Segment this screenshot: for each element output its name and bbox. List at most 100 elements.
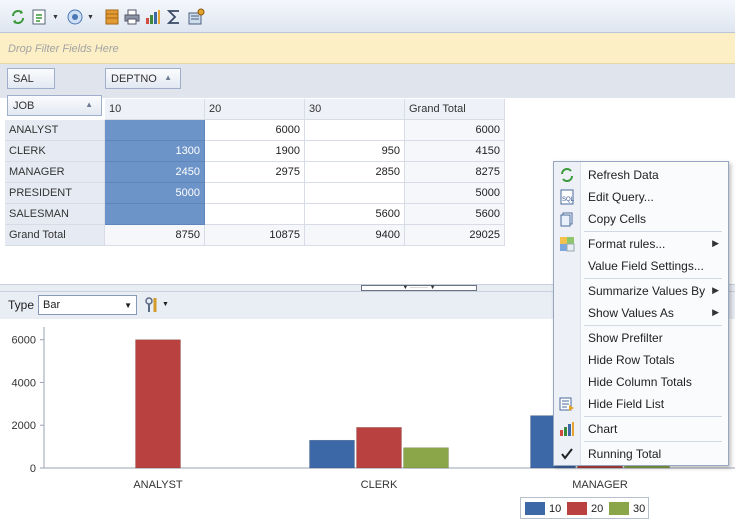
column-header[interactable]: 30 <box>305 99 405 120</box>
menu-item-refresh-data[interactable]: Refresh Data <box>554 164 728 186</box>
data-cell[interactable]: 2975 <box>205 162 305 183</box>
x-tick-label: ANALYST <box>133 479 183 491</box>
data-cell[interactable] <box>105 120 205 141</box>
menu-item-label: Value Field Settings... <box>588 259 704 273</box>
menu-item-running-total[interactable]: Running Total <box>554 443 728 465</box>
row-header[interactable]: CLERK <box>5 141 105 162</box>
chart-wizard-icon[interactable] <box>66 8 84 26</box>
grand-total-cell[interactable]: 9400 <box>305 225 405 246</box>
bar-analyst-series-20 <box>135 339 181 469</box>
menu-item-hide-column-totals[interactable]: Hide Column Totals <box>554 371 728 393</box>
column-field-label: DEPTNO <box>111 73 157 85</box>
data-field-sal[interactable]: SAL <box>7 68 55 89</box>
grand-total-cell[interactable]: 4150 <box>405 141 505 162</box>
menu-separator <box>584 325 722 326</box>
menu-separator <box>584 441 722 442</box>
legend-label: 30 <box>633 503 646 515</box>
menu-item-summarize-values-by[interactable]: Summarize Values By ▶ <box>554 280 728 302</box>
filter-drop-area[interactable]: Drop Filter Fields Here <box>0 33 735 64</box>
column-header[interactable]: 10 <box>105 99 205 120</box>
menu-item-edit-query[interactable]: SQL Edit Query... <box>554 186 728 208</box>
data-cell[interactable]: 1900 <box>205 141 305 162</box>
bar-clerk-series-30 <box>403 447 449 469</box>
menu-item-label: Chart <box>588 422 618 436</box>
chart-type-label: Type <box>8 298 35 312</box>
settings-icon[interactable] <box>187 8 205 26</box>
data-cell[interactable] <box>305 183 405 204</box>
menu-separator <box>584 416 722 417</box>
menu-item-label: Format rules... <box>588 237 666 251</box>
chart-options-dropdown-icon[interactable]: ▼ <box>162 301 169 308</box>
row-header[interactable]: ANALYST <box>5 120 105 141</box>
data-cell[interactable]: 1300 <box>105 141 205 162</box>
splitter-grip[interactable]: ▼ ········· ▼ <box>361 285 477 291</box>
menu-item-value-field-settings[interactable]: Value Field Settings... <box>554 255 728 277</box>
chart-type-select[interactable]: Bar ▼ <box>38 295 137 315</box>
grand-total-cell[interactable]: 5000 <box>405 183 505 204</box>
column-header-grand-total[interactable]: Grand Total <box>405 99 505 120</box>
data-cell[interactable] <box>205 204 305 225</box>
column-field-deptno[interactable]: DEPTNO ▲ <box>105 68 181 89</box>
y-tick-label: 4000 <box>12 377 36 389</box>
data-cell[interactable] <box>305 120 405 141</box>
copy-icon <box>560 212 573 227</box>
export-dropdown-icon[interactable]: ▼ <box>52 14 59 21</box>
menu-item-format-rules[interactable]: Format rules... ▶ <box>554 233 728 255</box>
chart-options-icon[interactable] <box>143 296 161 314</box>
row-field-job[interactable]: JOB ▲ <box>7 95 102 116</box>
grand-total-cell[interactable]: 6000 <box>405 120 505 141</box>
row-header-grand-total[interactable]: Grand Total <box>5 225 105 246</box>
legend-swatch <box>525 502 545 515</box>
data-cell[interactable]: 5600 <box>305 204 405 225</box>
data-cell[interactable]: 6000 <box>205 120 305 141</box>
context-menu: Refresh Data SQL Edit Query... Copy Cell… <box>553 161 729 466</box>
menu-item-hide-row-totals[interactable]: Hide Row Totals <box>554 349 728 371</box>
y-tick-label: 6000 <box>12 335 36 347</box>
data-cell[interactable]: 2450 <box>105 162 205 183</box>
row-header[interactable]: PRESIDENT <box>5 183 105 204</box>
chart-icon[interactable] <box>144 8 162 26</box>
chart-wizard-dropdown-icon[interactable]: ▼ <box>87 14 94 21</box>
x-tick-label: CLERK <box>361 479 398 491</box>
data-cell[interactable]: 5000 <box>105 183 205 204</box>
menu-separator <box>584 278 722 279</box>
layout-icon[interactable] <box>103 8 121 26</box>
data-cell[interactable] <box>105 204 205 225</box>
grand-total-cell[interactable]: 29025 <box>405 225 505 246</box>
menu-item-chart[interactable]: Chart <box>554 418 728 440</box>
sql-icon: SQL <box>560 189 575 205</box>
sort-asc-icon: ▲ <box>85 100 93 109</box>
grand-total-cell[interactable]: 8275 <box>405 162 505 183</box>
menu-item-show-values-as[interactable]: Show Values As ▶ <box>554 302 728 324</box>
menu-item-label: Hide Field List <box>588 397 665 411</box>
print-icon[interactable] <box>123 8 141 26</box>
grand-total-cell[interactable]: 5600 <box>405 204 505 225</box>
row-header[interactable]: SALESMAN <box>5 204 105 225</box>
row-header[interactable]: MANAGER <box>5 162 105 183</box>
legend-label: 10 <box>549 503 562 515</box>
grand-total-cell[interactable]: 10875 <box>205 225 305 246</box>
column-header[interactable]: 20 <box>205 99 305 120</box>
filter-placeholder: Drop Filter Fields Here <box>8 43 119 55</box>
data-cell[interactable]: 2850 <box>305 162 405 183</box>
row-field-label: JOB <box>13 100 35 112</box>
format-rules-icon <box>560 237 575 252</box>
menu-item-label: Show Prefilter <box>588 331 663 345</box>
bar-clerk-series-10 <box>309 439 355 469</box>
menu-item-label: Show Values As <box>588 306 674 320</box>
grand-total-cell[interactable]: 8750 <box>105 225 205 246</box>
menu-item-show-prefilter[interactable]: Show Prefilter <box>554 327 728 349</box>
y-tick-label: 0 <box>30 463 36 475</box>
data-cell[interactable]: 950 <box>305 141 405 162</box>
menu-item-copy-cells[interactable]: Copy Cells <box>554 208 728 230</box>
y-tick-label: 2000 <box>12 420 36 432</box>
menu-item-hide-field-list[interactable]: Hide Field List <box>554 393 728 415</box>
export-icon[interactable] <box>31 8 49 26</box>
data-field-label: SAL <box>13 73 34 85</box>
legend-swatch <box>567 502 587 515</box>
data-cell[interactable] <box>205 183 305 204</box>
refresh-icon[interactable] <box>9 8 27 26</box>
sum-icon[interactable] <box>165 8 183 26</box>
menu-item-label: Summarize Values By <box>588 284 706 298</box>
sort-asc-icon: ▲ <box>164 73 172 82</box>
